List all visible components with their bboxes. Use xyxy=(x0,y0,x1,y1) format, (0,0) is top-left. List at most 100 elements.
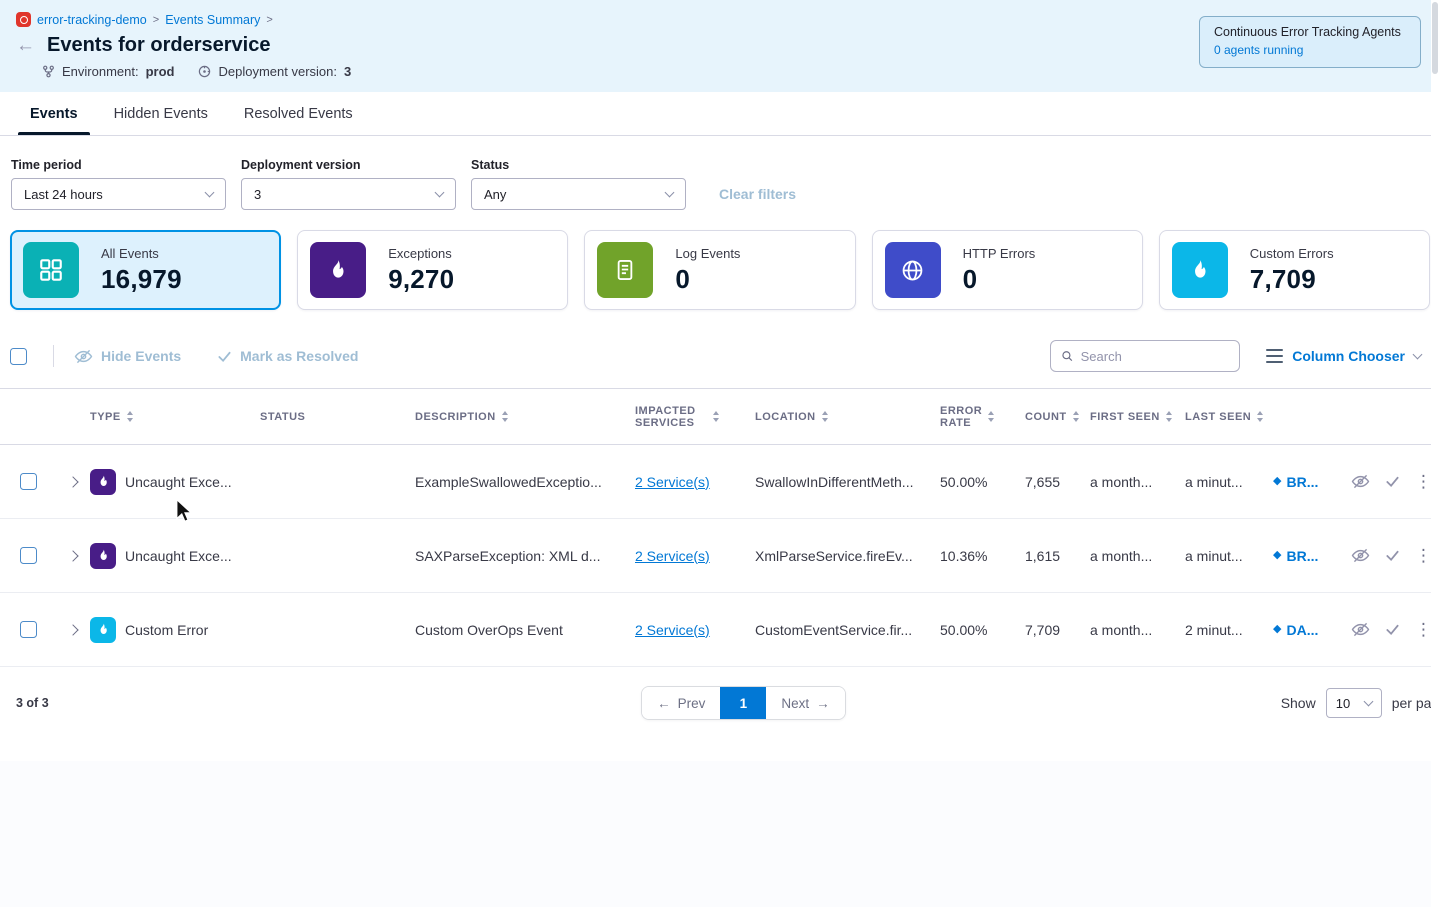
stat-cards: All Events 16,979 Exceptions 9,270 Log E… xyxy=(10,230,1430,310)
page-size-value: 10 xyxy=(1336,696,1350,711)
scrollbar[interactable] xyxy=(1431,0,1439,907)
deployment-version-filter: Deployment version 3 xyxy=(241,158,456,210)
card-label: Custom Errors xyxy=(1250,246,1334,261)
mark-resolved-label: Mark as Resolved xyxy=(240,348,358,364)
jira-diamond-icon: ◆ xyxy=(1273,476,1281,487)
resolve-event-icon[interactable] xyxy=(1385,474,1400,489)
ticket-link[interactable]: ◆DA... xyxy=(1273,622,1343,638)
card-value: 7,709 xyxy=(1250,264,1334,295)
search-input[interactable] xyxy=(1081,349,1230,364)
current-page-button[interactable]: 1 xyxy=(720,687,766,719)
status-select[interactable]: Any xyxy=(471,178,686,210)
event-type: Uncaught Exce... xyxy=(125,474,232,490)
table-row: Uncaught Exce... SAXParseException: XML … xyxy=(0,519,1439,593)
deployment-icon xyxy=(198,65,211,78)
card-custom-errors[interactable]: Custom Errors 7,709 xyxy=(1159,230,1430,310)
table-footer: 3 of 3 ← Prev 1 Next → Show 10 per page xyxy=(0,685,1439,721)
row-checkbox[interactable] xyxy=(20,621,37,638)
agents-running-link[interactable]: 0 agents running xyxy=(1214,43,1303,57)
prev-page-button[interactable]: ← Prev xyxy=(642,687,720,719)
ticket-link[interactable]: ◆BR... xyxy=(1273,548,1343,564)
flame-icon xyxy=(310,242,366,298)
page-size-select[interactable]: 10 xyxy=(1326,688,1382,718)
column-header-status: STATUS xyxy=(260,411,415,423)
next-page-button[interactable]: Next → xyxy=(766,687,844,719)
expand-row-icon[interactable] xyxy=(67,624,78,635)
impacted-services-link[interactable]: 2 Service(s) xyxy=(635,474,710,490)
card-exceptions[interactable]: Exceptions 9,270 xyxy=(297,230,568,310)
sort-icon[interactable] xyxy=(822,411,828,422)
select-all-checkbox[interactable] xyxy=(10,348,27,365)
column-header-error-rate[interactable]: ERROR RATE xyxy=(940,405,1025,429)
right-arrow-icon: → xyxy=(816,696,830,711)
search-icon xyxy=(1061,349,1073,363)
column-header-location[interactable]: LOCATION xyxy=(755,411,940,423)
sort-icon[interactable] xyxy=(1166,411,1172,422)
sort-icon[interactable] xyxy=(1073,411,1079,422)
resolve-event-icon[interactable] xyxy=(1385,548,1400,563)
search-box xyxy=(1050,340,1240,372)
hide-events-button[interactable]: Hide Events xyxy=(74,348,181,364)
card-http-errors[interactable]: HTTP Errors 0 xyxy=(872,230,1143,310)
column-header-description[interactable]: DESCRIPTION xyxy=(415,411,635,423)
sort-icon[interactable] xyxy=(502,411,508,422)
column-header-type[interactable]: TYPE xyxy=(90,411,260,423)
row-checkbox[interactable] xyxy=(20,547,37,564)
card-value: 0 xyxy=(675,264,740,295)
column-header-count[interactable]: COUNT xyxy=(1025,411,1090,423)
agents-panel[interactable]: Continuous Error Tracking Agents 0 agent… xyxy=(1199,16,1421,68)
back-arrow-icon[interactable]: ← xyxy=(16,36,35,55)
grid-icon xyxy=(23,242,79,298)
hide-events-label: Hide Events xyxy=(101,348,181,364)
row-menu-icon[interactable]: ⋮ xyxy=(1415,547,1432,564)
events-table: TYPE STATUS DESCRIPTION IMPACTED SERVICE… xyxy=(0,388,1439,667)
exception-type-icon xyxy=(90,543,116,569)
tab-resolved-events[interactable]: Resolved Events xyxy=(230,92,367,135)
row-count-text: 3 of 3 xyxy=(16,696,206,710)
tab-bar: Events Hidden Events Resolved Events xyxy=(0,92,1439,136)
status-label: Status xyxy=(471,158,686,172)
time-period-select[interactable]: Last 24 hours xyxy=(11,178,226,210)
ticket-link[interactable]: ◆BR... xyxy=(1273,474,1343,490)
event-error-rate: 50.00% xyxy=(940,474,1025,490)
hide-event-icon[interactable] xyxy=(1351,548,1370,563)
impacted-services-link[interactable]: 2 Service(s) xyxy=(635,548,710,564)
hide-event-icon[interactable] xyxy=(1351,622,1370,637)
column-chooser-button[interactable]: Column Chooser xyxy=(1266,348,1429,364)
breadcrumb-section-link[interactable]: Events Summary xyxy=(165,13,260,27)
breadcrumb-app-link[interactable]: error-tracking-demo xyxy=(37,13,147,27)
row-checkbox[interactable] xyxy=(20,473,37,490)
expand-row-icon[interactable] xyxy=(67,550,78,561)
event-description: SAXParseException: XML d... xyxy=(415,548,635,564)
sort-icon[interactable] xyxy=(127,411,133,422)
sort-icon[interactable] xyxy=(988,411,994,422)
clear-filters-button[interactable]: Clear filters xyxy=(719,186,796,202)
row-menu-icon[interactable]: ⋮ xyxy=(1415,621,1432,638)
card-all-events[interactable]: All Events 16,979 xyxy=(10,230,281,310)
resolve-event-icon[interactable] xyxy=(1385,622,1400,637)
card-log-events[interactable]: Log Events 0 xyxy=(584,230,855,310)
mark-resolved-button[interactable]: Mark as Resolved xyxy=(217,348,358,364)
event-last-seen: a minut... xyxy=(1185,474,1273,490)
column-header-impacted-services[interactable]: IMPACTED SERVICES xyxy=(635,405,755,429)
environment-icon xyxy=(42,65,55,78)
impacted-services-link[interactable]: 2 Service(s) xyxy=(635,622,710,638)
hide-event-icon[interactable] xyxy=(1351,474,1370,489)
page-header: error-tracking-demo > Events Summary > ←… xyxy=(0,0,1439,92)
tab-events[interactable]: Events xyxy=(16,92,92,135)
toolbar-divider xyxy=(53,345,54,367)
expand-row-icon[interactable] xyxy=(67,476,78,487)
sort-icon[interactable] xyxy=(1257,411,1263,422)
jira-diamond-icon: ◆ xyxy=(1273,550,1281,561)
scrollbar-thumb[interactable] xyxy=(1432,2,1438,74)
deployment-version-select[interactable]: 3 xyxy=(241,178,456,210)
deployment-label: Deployment version: xyxy=(218,64,337,79)
event-location: XmlParseService.fireEv... xyxy=(755,548,940,564)
card-value: 16,979 xyxy=(101,264,182,295)
column-header-last-seen[interactable]: LAST SEEN xyxy=(1185,411,1273,423)
row-menu-icon[interactable]: ⋮ xyxy=(1415,473,1432,490)
document-icon xyxy=(597,242,653,298)
column-header-first-seen[interactable]: FIRST SEEN xyxy=(1090,411,1185,423)
tab-hidden-events[interactable]: Hidden Events xyxy=(100,92,222,135)
sort-icon[interactable] xyxy=(713,411,719,422)
